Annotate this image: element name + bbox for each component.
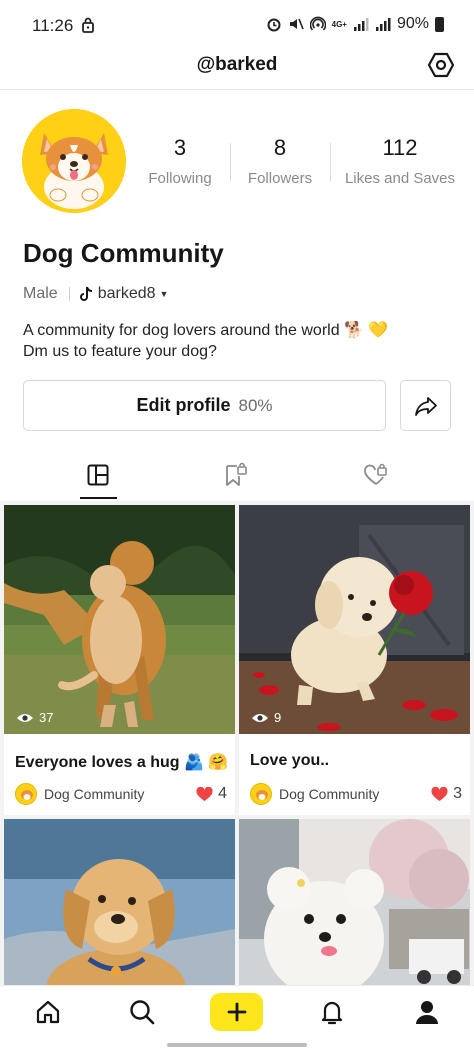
profile-meta: Male barked8 ▼	[23, 285, 168, 303]
post-views: 37	[16, 710, 53, 725]
hexagon-settings-icon[interactable]	[426, 50, 456, 80]
stat-label: Followers	[247, 170, 313, 187]
white-puppy-photo	[239, 819, 470, 991]
home-icon	[36, 1000, 60, 1024]
profile-completion: 80%	[238, 395, 273, 415]
post-likes[interactable]: 4	[196, 785, 227, 803]
status-icons: 4G+ 90%	[266, 15, 444, 33]
share-profile-button[interactable]	[400, 380, 451, 431]
bio-line: Dm us to feature your dog?	[23, 343, 217, 360]
author-name: Dog Community	[279, 786, 380, 802]
stat-label: Following	[148, 170, 212, 187]
corgi-avatar-illustration	[22, 109, 126, 213]
bio-line: A community for dog lovers around the wo…	[23, 322, 389, 339]
heart-filled-icon	[431, 786, 448, 801]
plus-icon	[227, 1002, 246, 1022]
post-card[interactable]: 9 Love you.. Dog Community 3	[239, 505, 470, 815]
post-author[interactable]: Dog Community	[250, 783, 379, 805]
puppy-with-rose-photo	[239, 505, 470, 734]
bookmark-lock-icon	[226, 462, 247, 486]
profile-avatar[interactable]	[22, 109, 126, 213]
edit-profile-label: Edit profile	[136, 395, 231, 415]
view-count: 9	[274, 710, 282, 725]
heart-filled-icon	[196, 786, 213, 801]
post-card[interactable]	[239, 819, 470, 991]
stat-divider	[230, 143, 231, 181]
edit-profile-button[interactable]: Edit profile 80%	[23, 380, 386, 431]
tiktok-handle: barked8	[97, 285, 156, 302]
header-username: @barked	[196, 54, 278, 75]
stat-label: Likes and Saves	[344, 170, 456, 187]
stat-following[interactable]: 3 Following	[140, 135, 220, 187]
stat-likes-saves[interactable]: 112 Likes and Saves	[340, 135, 460, 187]
battery-percent: 90%	[396, 15, 429, 32]
create-post-button[interactable]	[210, 993, 263, 1031]
nav-home[interactable]	[26, 994, 70, 1030]
hotspot-icon	[309, 16, 326, 31]
nav-profile[interactable]	[405, 994, 449, 1030]
author-name: Dog Community	[44, 786, 145, 802]
like-count: 3	[453, 785, 462, 802]
stat-divider	[330, 143, 331, 181]
battery-icon	[435, 16, 444, 32]
profile-icon	[416, 1001, 438, 1024]
heart-lock-icon	[364, 463, 387, 485]
stat-value: 112	[382, 135, 418, 160]
post-author[interactable]: Dog Community	[15, 783, 144, 805]
post-card[interactable]: 37 Everyone loves a hug 🫂 🤗 Dog Communit…	[4, 505, 235, 815]
like-count: 4	[218, 785, 227, 802]
stat-value: 3	[173, 135, 187, 160]
dogs-hugging-photo	[4, 505, 235, 734]
signal-icon-2	[375, 18, 391, 31]
post-views: 9	[251, 710, 281, 725]
stat-followers[interactable]: 8 Followers	[240, 135, 320, 187]
post-title: Love you..	[250, 752, 330, 769]
eye-icon	[252, 713, 268, 722]
lock-icon	[82, 17, 94, 33]
tab-liked[interactable]	[346, 455, 406, 501]
profile-tabs	[0, 455, 474, 501]
share-arrow-icon	[414, 396, 437, 416]
corgi-mini-icon	[251, 784, 271, 804]
tiktok-link[interactable]: barked8 ▼	[79, 285, 169, 303]
display-name: Dog Community	[23, 238, 224, 268]
golden-puppy-photo	[4, 819, 235, 991]
posts-grid: 37 Everyone loves a hug 🫂 🤗 Dog Communit…	[0, 501, 474, 991]
network-type: 4G+	[331, 19, 347, 29]
status-time: 11:26	[32, 16, 74, 35]
post-likes[interactable]: 3	[431, 785, 462, 803]
post-thumbnail[interactable]	[4, 819, 235, 991]
post-card[interactable]	[4, 819, 235, 991]
meta-divider	[68, 287, 70, 301]
search-icon	[130, 1000, 155, 1025]
tab-active-indicator	[80, 497, 117, 499]
bell-icon	[321, 1001, 343, 1025]
tab-posts[interactable]	[68, 455, 128, 501]
post-title: Everyone loves a hug 🫂 🤗	[15, 754, 229, 771]
alarm-icon	[267, 18, 281, 32]
view-count: 37	[39, 710, 54, 725]
profile-stats: 3 Following 8 Followers 112 Likes and Sa…	[130, 135, 474, 195]
home-indicator	[167, 1043, 307, 1047]
bottom-navigation	[0, 985, 474, 1053]
profile-header: @barked	[0, 40, 474, 90]
author-avatar	[250, 783, 272, 805]
tiktok-icon	[79, 286, 92, 301]
post-thumbnail[interactable]	[239, 819, 470, 991]
signal-icon	[353, 18, 369, 31]
gender-label: Male	[23, 285, 58, 302]
profile-bio: A community for dog lovers around the wo…	[23, 320, 388, 362]
tab-saved[interactable]	[206, 455, 266, 501]
stat-value: 8	[273, 135, 287, 160]
grid-posts-icon	[87, 464, 109, 486]
post-thumbnail[interactable]: 37	[4, 505, 235, 734]
corgi-mini-icon	[16, 784, 36, 804]
post-thumbnail[interactable]: 9	[239, 505, 470, 734]
caret-down-icon: ▼	[159, 289, 169, 299]
mute-icon	[289, 18, 304, 30]
author-avatar	[15, 783, 37, 805]
eye-icon	[17, 713, 33, 722]
nav-notifications[interactable]	[310, 994, 354, 1030]
nav-search[interactable]	[120, 994, 164, 1030]
